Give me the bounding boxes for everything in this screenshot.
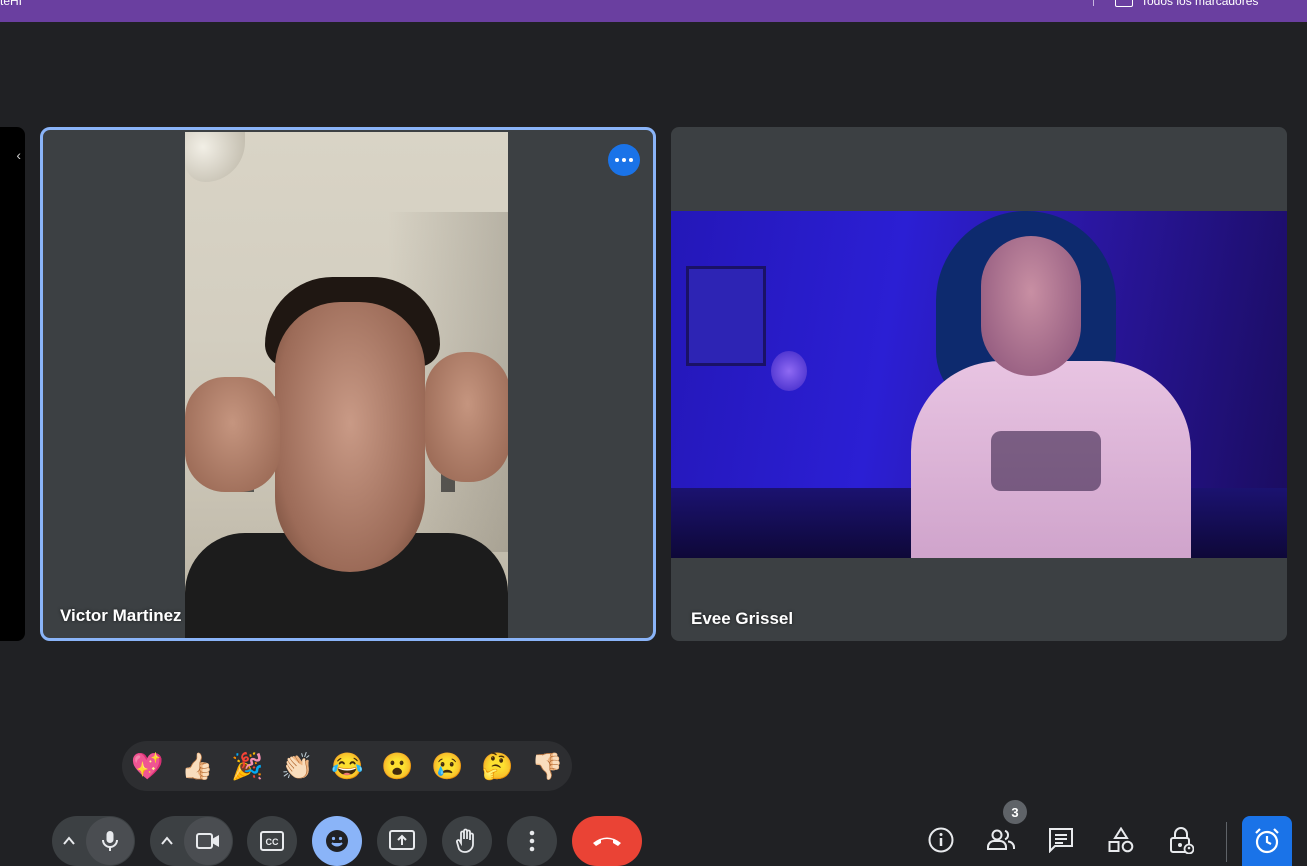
toolbar-divider: [1226, 822, 1227, 862]
folder-icon: [1115, 0, 1133, 7]
mic-toggle-button[interactable]: [86, 817, 134, 865]
raise-hand-icon: [456, 828, 474, 853]
mic-control: [52, 816, 135, 866]
activities-button[interactable]: [1101, 820, 1141, 860]
closed-captions-icon: CC: [260, 831, 284, 851]
reaction-thumbs-down[interactable]: 👎🏻: [530, 749, 565, 784]
all-bookmarks-button[interactable]: Todos los marcadores: [1115, 0, 1258, 8]
reaction-clap[interactable]: 👏🏻: [280, 749, 315, 784]
participant-name: Evee Grissel: [691, 609, 794, 628]
reaction-heart[interactable]: 💖: [130, 749, 165, 784]
chevron-up-icon: [161, 836, 173, 845]
reaction-laugh[interactable]: 😂: [330, 749, 365, 784]
host-controls-icon: [1170, 827, 1194, 854]
video-feed-victor: [185, 132, 508, 638]
reaction-sad[interactable]: 😢: [430, 749, 465, 784]
people-icon: [987, 829, 1015, 850]
mic-icon: [102, 831, 118, 851]
timer-icon: [1255, 828, 1279, 854]
leave-call-button[interactable]: [572, 816, 642, 866]
meeting-details-button[interactable]: [921, 820, 961, 860]
reaction-thumbs-up[interactable]: 👍🏻: [180, 749, 215, 784]
reaction-thinking[interactable]: 🤔: [480, 749, 515, 784]
reaction-party[interactable]: 🎉: [230, 749, 265, 784]
send-reaction-button[interactable]: [312, 816, 362, 866]
people-button[interactable]: [981, 820, 1021, 860]
camera-icon: [196, 833, 219, 849]
emoji-icon: [326, 830, 348, 852]
reactions-bar: 💖 👍🏻 🎉 👏🏻 😂 😮 😢 🤔 👎🏻: [122, 741, 572, 791]
video-feed-evee: [671, 211, 1287, 558]
bookmark-item[interactable]: teHI: [0, 0, 22, 8]
tile-more-options-button[interactable]: [608, 144, 640, 176]
bookmarks-bar: teHI Todos los marcadores: [0, 0, 1307, 22]
camera-options-button[interactable]: [150, 816, 184, 866]
chat-button[interactable]: [1041, 820, 1081, 860]
info-icon: [928, 827, 954, 853]
more-options-icon: [529, 830, 535, 852]
captions-button[interactable]: CC: [247, 816, 297, 866]
camera-control: [150, 816, 233, 866]
more-options-button[interactable]: [507, 816, 557, 866]
participant-tile-partial[interactable]: ‹: [0, 127, 25, 641]
participants-count-badge: 3: [1003, 800, 1027, 824]
activities-icon: [1108, 827, 1134, 853]
camera-toggle-button[interactable]: [184, 817, 232, 865]
chevron-icon: ‹: [16, 147, 21, 163]
svg-text:CC: CC: [266, 837, 279, 847]
participant-name: Victor Martinez: [60, 606, 182, 625]
participant-tile-victor[interactable]: Victor Martinez: [40, 127, 656, 641]
mic-options-button[interactable]: [52, 816, 86, 866]
all-bookmarks-label: Todos los marcadores: [1141, 0, 1259, 8]
bookmarks-divider: [1093, 0, 1094, 6]
chat-icon: [1049, 828, 1073, 853]
raise-hand-button[interactable]: [442, 816, 492, 866]
present-screen-icon: [389, 830, 415, 850]
hangup-icon: [593, 837, 621, 846]
timer-button[interactable]: [1242, 816, 1292, 866]
host-controls-button[interactable]: [1161, 820, 1201, 860]
participant-tile-evee[interactable]: Evee Grissel: [671, 127, 1287, 641]
reaction-surprised[interactable]: 😮: [380, 749, 415, 784]
present-screen-button[interactable]: [377, 816, 427, 866]
chevron-up-icon: [63, 836, 75, 845]
